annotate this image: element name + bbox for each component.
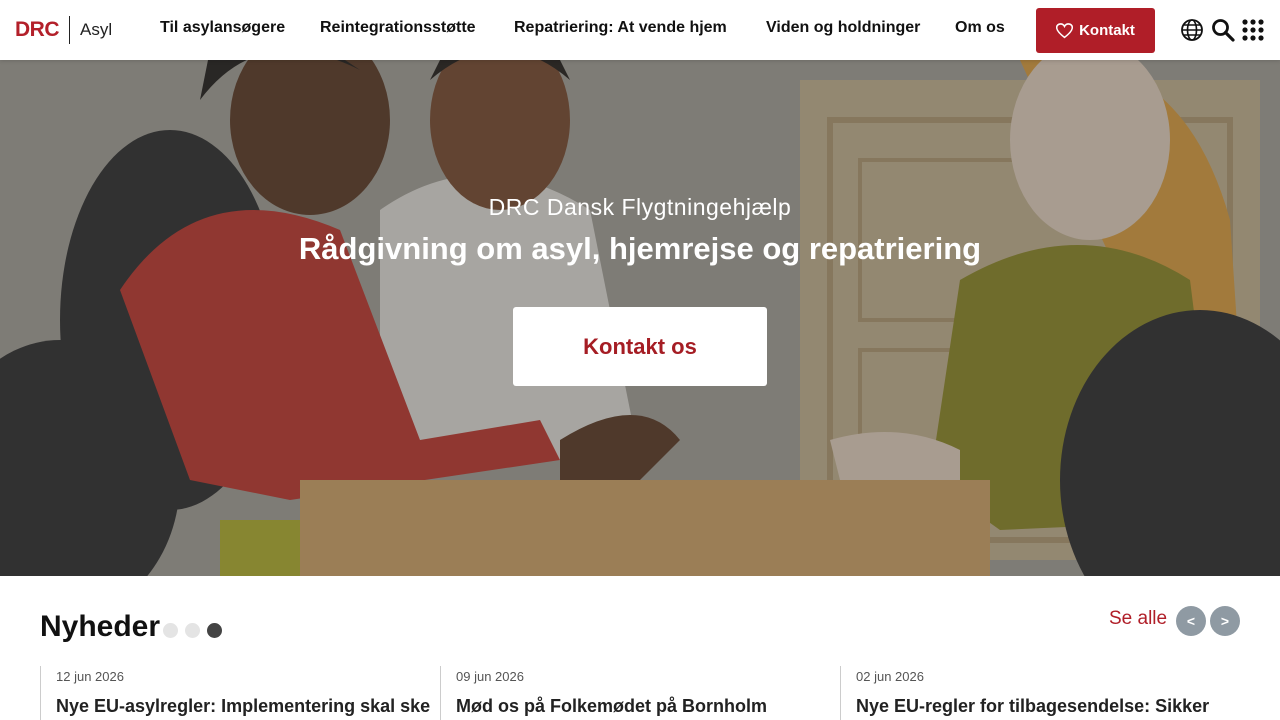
- heart-icon: [1056, 22, 1074, 38]
- nav-item-repatriering[interactable]: Repatriering: At vende hjem: [514, 19, 727, 37]
- news-card-title: Nye EU-regler for tilbagesendelse: Sikke…: [856, 696, 1210, 716]
- see-all-link[interactable]: Se alle: [1109, 608, 1167, 630]
- nav-item-viden-og-holdninger[interactable]: Viden og holdninger: [766, 19, 920, 37]
- news-card-date: 09 jun 2026: [456, 669, 524, 684]
- news-card-title: Nye EU-asylregler: Implementering skal s…: [56, 696, 431, 716]
- carousel-prev-button[interactable]: <: [1176, 606, 1206, 636]
- nav-item-til-asylansoegere[interactable]: Til asylansøgere: [160, 19, 285, 37]
- logo[interactable]: DRC Asyl: [15, 15, 112, 45]
- hero-subtitle: DRC Dansk Flygtningehjælp: [488, 194, 792, 220]
- site-header: DRC Asyl Til asylansøgere Reintegrations…: [0, 0, 1280, 60]
- carousel-dot-2[interactable]: [185, 623, 200, 638]
- contact-button[interactable]: Kontakt: [1036, 8, 1155, 53]
- search-icon[interactable]: [1211, 18, 1235, 42]
- hero-banner: DRC Dansk Flygtningehjælp Rådgivning om …: [0, 60, 1280, 576]
- nav-item-om-os[interactable]: Om os: [955, 19, 1005, 37]
- news-card-title: Mød os på Folkemødet på Bornholm: [456, 696, 768, 716]
- carousel-next-button[interactable]: >: [1210, 606, 1240, 636]
- contact-button-label: Kontakt: [1079, 22, 1135, 39]
- news-card[interactable]: 12 jun 2026 Nye EU-asylregler: Implement…: [40, 666, 440, 720]
- nav-item-reintegrationsstoette[interactable]: Reintegrationsstøtte: [320, 19, 476, 37]
- news-card-date: 02 jun 2026: [856, 669, 924, 684]
- news-heading: Nyheder: [40, 610, 161, 643]
- hero-title: Rådgivning om asyl, hjemrejse og repatri…: [298, 231, 982, 266]
- logo-text: Asyl: [80, 20, 113, 39]
- logo-divider: [69, 16, 70, 44]
- news-card[interactable]: 09 jun 2026 Mød os på Folkemødet på Born…: [440, 666, 840, 720]
- apps-grid-icon[interactable]: [1241, 18, 1265, 42]
- carousel-dot-1[interactable]: [163, 623, 178, 638]
- globe-icon[interactable]: [1180, 18, 1204, 42]
- news-card[interactable]: 02 jun 2026 Nye EU-regler for tilbagesen…: [840, 666, 1240, 720]
- news-card-date: 12 jun 2026: [56, 669, 124, 684]
- contact-us-button[interactable]: Kontakt os: [513, 307, 767, 386]
- logo-mark: DRC: [15, 18, 60, 41]
- carousel-dot-3[interactable]: [207, 623, 222, 638]
